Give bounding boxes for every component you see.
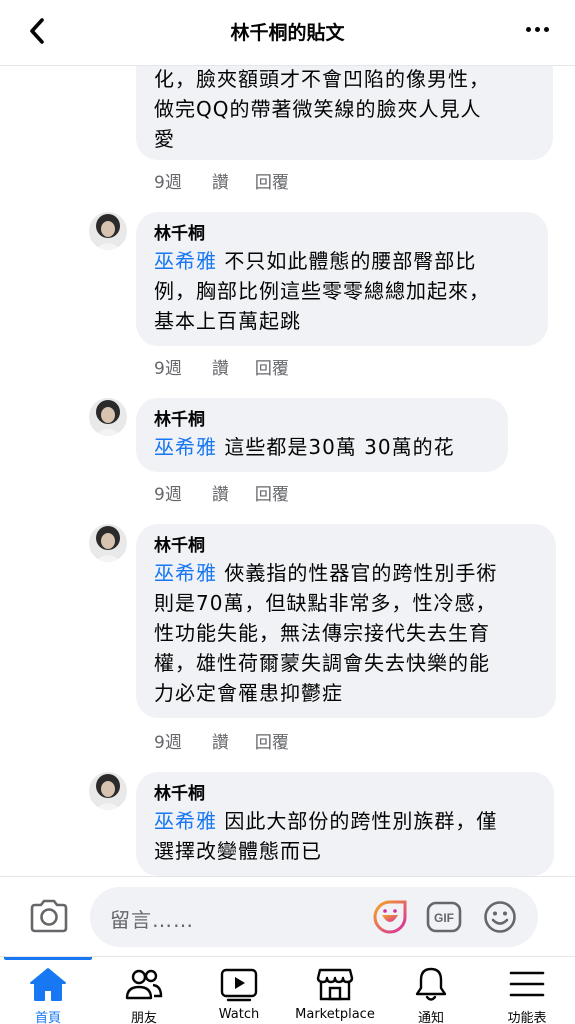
tab-label: 功能表 — [507, 1011, 547, 1024]
tab-label: Watch — [218, 1007, 260, 1022]
comment-author[interactable]: 林千桐 — [154, 408, 490, 432]
tab-label: 朋友 — [130, 1011, 157, 1024]
tab-friends[interactable]: 朋友 — [96, 957, 192, 1024]
tab-home[interactable]: 首頁 — [0, 957, 96, 1024]
like-button[interactable]: 讚 — [212, 354, 229, 379]
tab-marketplace[interactable]: Marketplace — [287, 957, 383, 1024]
svg-text:GIF: GIF — [434, 911, 454, 925]
avatar[interactable] — [89, 524, 127, 562]
comment-text: 巫希雅 因此大部份的跨性別族群，僅 選擇改變體態而已 — [154, 809, 498, 863]
mention-link[interactable]: 巫希雅 — [154, 561, 217, 585]
menu-icon — [507, 965, 547, 1003]
page-title: 林千桐的貼文 — [230, 22, 345, 44]
comment-time[interactable]: 9週 — [154, 168, 182, 193]
active-tab-indicator — [4, 957, 92, 960]
more-options-button[interactable] — [519, 14, 555, 44]
comment-composer: 留言…… GIF — [0, 876, 575, 956]
camera-icon — [30, 899, 68, 933]
comment-actions: 9週 讚 回覆 — [154, 480, 315, 505]
reply-button[interactable]: 回覆 — [255, 354, 289, 379]
mention-link[interactable]: 巫希雅 — [154, 809, 217, 833]
tab-menu[interactable]: 功能表 — [479, 957, 575, 1024]
comment-actions: 9週 讚 回覆 — [154, 354, 315, 379]
comment-bubble: 林千桐 巫希雅 俠義指的性器官的跨性別手術 則是70萬，但缺點非常多，性冷感， … — [136, 524, 556, 718]
comment-text: 巫希雅 這些都是30萬 30萬的花 — [154, 435, 455, 459]
more-icon — [525, 26, 531, 32]
bottom-tab-bar: 首頁 朋友 Watch Marketplace 通知 功能表 — [0, 956, 575, 1024]
avatar[interactable] — [89, 212, 127, 250]
watch-icon — [219, 965, 259, 1003]
bell-icon — [411, 965, 451, 1003]
comment-text: 巫希雅 俠義指的性器官的跨性別手術 則是70萬，但缺點非常多，性冷感， 性功能失… — [154, 561, 498, 705]
mention-link[interactable]: 巫希雅 — [154, 435, 217, 459]
comment-time[interactable]: 9週 — [154, 480, 182, 505]
comment-bubble: 林千桐 巫希雅 因此大部份的跨性別族群，僅 選擇改變體態而已 — [136, 772, 554, 876]
avatar-sticker-button[interactable] — [372, 899, 408, 935]
tab-label: 首頁 — [34, 1011, 61, 1024]
like-button[interactable]: 讚 — [212, 168, 229, 193]
tab-watch[interactable]: Watch — [191, 957, 287, 1024]
gif-icon: GIF — [426, 901, 462, 933]
comment-actions: 9週 讚 回覆 — [154, 728, 315, 753]
emoji-icon — [484, 901, 516, 933]
reply-button[interactable]: 回覆 — [255, 728, 289, 753]
comment-bubble: 林千桐 巫希雅 不只如此體態的腰部臀部比 例，胸部比例這些零零總總加起來， 基本… — [136, 212, 548, 346]
emoji-button[interactable] — [482, 899, 518, 935]
mention-link[interactable]: 巫希雅 — [154, 249, 217, 273]
marketplace-icon — [315, 965, 355, 1003]
like-button[interactable]: 讚 — [212, 728, 229, 753]
reply-button[interactable]: 回覆 — [255, 168, 289, 193]
gif-button[interactable]: GIF — [426, 899, 462, 935]
tab-label: Marketplace — [295, 1007, 375, 1022]
like-button[interactable]: 讚 — [212, 480, 229, 505]
comment-input[interactable]: 留言…… GIF — [90, 887, 538, 947]
avatar[interactable] — [89, 398, 127, 436]
comment-thread: 化，臉夾額頭才不會凹陷的像男性， 做完QQ的帶著微笑線的臉夾人見人 愛 9週 讚… — [0, 66, 575, 876]
comment-author[interactable]: 林千桐 — [154, 222, 530, 246]
comment-bubble: 林千桐 巫希雅 這些都是30萬 30萬的花 — [136, 398, 508, 472]
camera-button[interactable] — [28, 897, 70, 935]
comment-time[interactable]: 9週 — [154, 354, 182, 379]
avatar[interactable] — [89, 772, 127, 810]
comment-time[interactable]: 9週 — [154, 728, 182, 753]
comment-author[interactable]: 林千桐 — [154, 534, 538, 558]
reply-button[interactable]: 回覆 — [255, 480, 289, 505]
tab-label: 通知 — [417, 1011, 444, 1024]
friends-icon — [124, 965, 164, 1003]
comment-actions: 9週 讚 回覆 — [154, 168, 315, 193]
comment-placeholder: 留言…… — [110, 908, 194, 932]
tab-notifications[interactable]: 通知 — [383, 957, 479, 1024]
comment-text: 化，臉夾額頭才不會凹陷的像男性， 做完QQ的帶著微笑線的臉夾人見人 愛 — [154, 67, 490, 151]
comment-author[interactable]: 林千桐 — [154, 782, 536, 806]
home-icon — [28, 965, 68, 1003]
top-bar: 林千桐的貼文 — [0, 0, 575, 66]
comment-bubble: 化，臉夾額頭才不會凹陷的像男性， 做完QQ的帶著微笑線的臉夾人見人 愛 — [136, 66, 553, 160]
comment-text: 巫希雅 不只如此體態的腰部臀部比 例，胸部比例這些零零總總加起來， 基本上百萬起… — [154, 249, 490, 333]
avatar-sticker-icon — [373, 900, 407, 934]
